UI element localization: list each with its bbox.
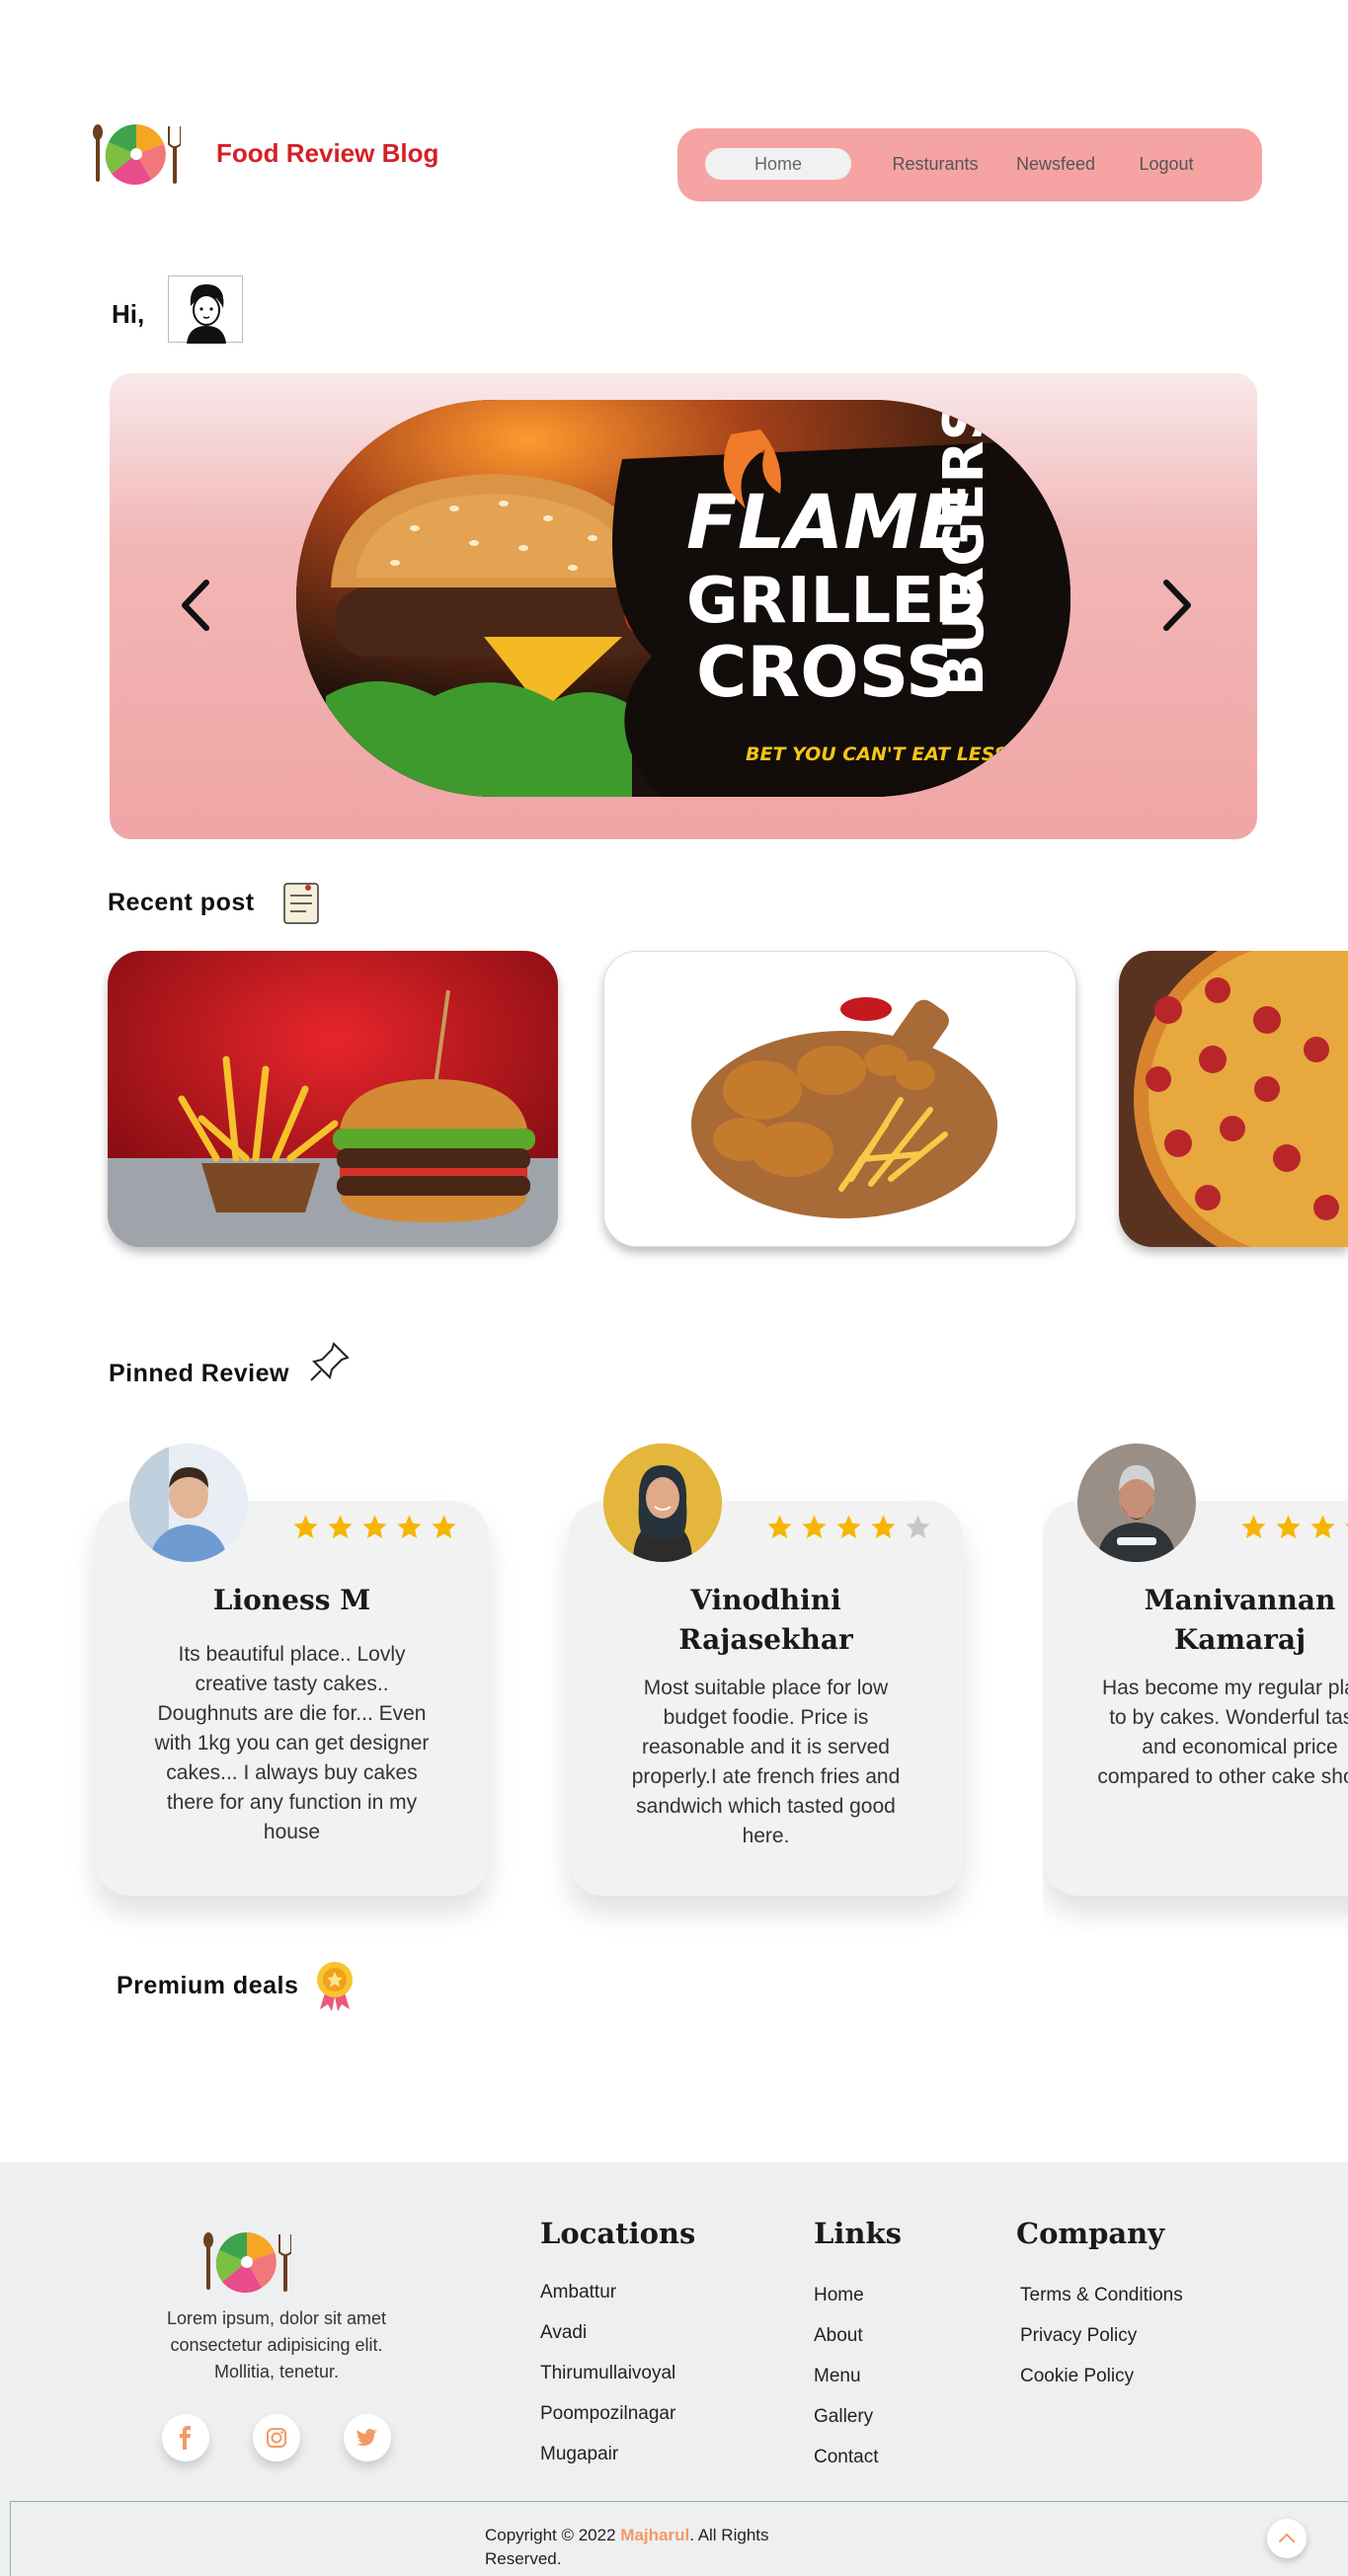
reviewer-name: Lioness M bbox=[212, 1584, 371, 1616]
notes-icon bbox=[283, 883, 319, 924]
recent-post-card[interactable] bbox=[1119, 951, 1348, 1247]
location-link[interactable]: Mugapair bbox=[540, 2444, 618, 2465]
star-empty-icon bbox=[906, 1515, 930, 1538]
location-link[interactable]: Poompozilnagar bbox=[540, 2403, 675, 2425]
award-medal-icon bbox=[317, 1962, 353, 2011]
fried-chicken-photo bbox=[604, 952, 1075, 1246]
facebook-icon bbox=[180, 2426, 191, 2450]
chevron-right-icon[interactable] bbox=[1145, 571, 1204, 640]
scroll-to-top-button[interactable] bbox=[1267, 2519, 1307, 2558]
brand-name[interactable]: Food Review Blog bbox=[216, 138, 438, 169]
rating-stars bbox=[291, 1513, 458, 1546]
recent-post-card[interactable] bbox=[603, 951, 1076, 1247]
recent-post-title: Recent post bbox=[108, 889, 255, 916]
food-plate-logo-icon[interactable] bbox=[202, 2226, 291, 2296]
pizza-photo bbox=[1119, 951, 1348, 1247]
location-link[interactable]: Thirumullaivoyal bbox=[540, 2363, 675, 2384]
star-icon bbox=[1310, 1515, 1335, 1538]
twitter-icon bbox=[357, 2429, 377, 2446]
company-title: Company bbox=[1016, 2217, 1165, 2250]
hero-tagline: BET YOU CAN'T EAT LESS bbox=[746, 743, 1007, 765]
star-icon bbox=[1345, 1523, 1348, 1526]
star-icon bbox=[362, 1515, 387, 1538]
reviewer-avatar bbox=[129, 1444, 248, 1562]
location-link[interactable]: Avadi bbox=[540, 2322, 587, 2344]
footer-link-about[interactable]: About bbox=[814, 2325, 863, 2347]
pinned-review-title: Pinned Review bbox=[109, 1360, 289, 1387]
hero-carousel: FLAME GRILLED CROSS BURGERS BET YOU CAN'… bbox=[110, 373, 1257, 839]
reviewer-avatar bbox=[603, 1444, 722, 1562]
facebook-link[interactable] bbox=[162, 2414, 209, 2461]
user-avatar-icon bbox=[187, 284, 226, 344]
reviewer-name: Manivannan Kamaraj bbox=[1144, 1584, 1336, 1656]
review-card-clip: Manivannan Kamaraj Has become my regular… bbox=[1043, 1422, 1348, 1935]
instagram-icon bbox=[267, 2428, 286, 2448]
footer-link-home[interactable]: Home bbox=[814, 2285, 864, 2306]
review-text: Has become my regular place to by cakes.… bbox=[1097, 1677, 1348, 1788]
star-icon bbox=[836, 1515, 861, 1538]
footer-bottom-bar: Copyright © 2022 Majharul. All Rights Re… bbox=[10, 2501, 1348, 2576]
greeting-text: Hi, bbox=[112, 299, 145, 329]
review-text: Its beautiful place.. Lovly creative tas… bbox=[154, 1643, 430, 1843]
review-text: Most suitable place for low budget foodi… bbox=[631, 1677, 901, 1847]
chevron-up-icon bbox=[1279, 2533, 1295, 2542]
instagram-link[interactable] bbox=[253, 2414, 300, 2461]
footer-link-gallery[interactable]: Gallery bbox=[814, 2406, 873, 2428]
site-footer: Lorem ipsum, dolor sit amet consectetur … bbox=[0, 2162, 1348, 2576]
star-icon bbox=[293, 1515, 318, 1538]
star-icon bbox=[802, 1515, 827, 1538]
chevron-left-icon[interactable] bbox=[169, 571, 228, 640]
star-icon bbox=[1276, 1515, 1301, 1538]
site-header: Food Review Blog Home Resturants Newsfee… bbox=[0, 0, 1348, 227]
nav-logout[interactable]: Logout bbox=[1127, 148, 1206, 180]
hero-title-side: BURGERS bbox=[932, 401, 996, 696]
star-icon bbox=[767, 1515, 792, 1538]
hero-slide-image[interactable]: FLAME GRILLED CROSS BURGERS BET YOU CAN'… bbox=[296, 400, 1070, 797]
rating-stars bbox=[1239, 1513, 1348, 1546]
footer-link-terms[interactable]: Terms & Conditions bbox=[1020, 2285, 1183, 2306]
avatar[interactable] bbox=[168, 275, 243, 344]
food-plate-logo-icon[interactable] bbox=[92, 118, 181, 188]
nav-newsfeed[interactable]: Newsfeed bbox=[1006, 148, 1105, 180]
reviewer-avatar bbox=[1077, 1444, 1196, 1562]
star-icon bbox=[397, 1515, 422, 1538]
star-icon bbox=[871, 1515, 896, 1538]
location-link[interactable]: Ambattur bbox=[540, 2282, 616, 2303]
pin-icon bbox=[310, 1342, 350, 1381]
footer-link-contact[interactable]: Contact bbox=[814, 2447, 878, 2468]
reviewer-name: Vinodhini Rajasekhar bbox=[678, 1584, 853, 1656]
nav-restaurants[interactable]: Resturants bbox=[881, 148, 990, 180]
star-icon bbox=[328, 1515, 353, 1538]
links-title: Links bbox=[814, 2217, 902, 2250]
copyright-prefix: Copyright © 2022 bbox=[485, 2526, 621, 2544]
recent-post-card[interactable] bbox=[108, 951, 558, 1247]
star-icon bbox=[1241, 1515, 1266, 1538]
nav-home[interactable]: Home bbox=[705, 148, 851, 180]
footer-about-text: Lorem ipsum, dolor sit amet consectetur … bbox=[166, 2308, 387, 2381]
footer-link-cookie[interactable]: Cookie Policy bbox=[1020, 2366, 1134, 2387]
twitter-link[interactable] bbox=[344, 2414, 391, 2461]
copyright-author-link[interactable]: Majharul bbox=[620, 2526, 689, 2544]
footer-link-menu[interactable]: Menu bbox=[814, 2366, 861, 2387]
hero-title-line1: FLAME bbox=[686, 478, 970, 566]
burger-fries-photo bbox=[108, 951, 558, 1247]
footer-link-privacy[interactable]: Privacy Policy bbox=[1020, 2325, 1137, 2347]
copyright-text: Copyright © 2022 Majharul. All Rights Re… bbox=[485, 2524, 811, 2571]
star-icon bbox=[432, 1515, 456, 1538]
premium-deals-title: Premium deals bbox=[117, 1972, 299, 1999]
hero-title-line3: CROSS bbox=[696, 632, 955, 713]
rating-stars bbox=[765, 1513, 932, 1546]
locations-title: Locations bbox=[540, 2217, 696, 2250]
main-nav: Home Resturants Newsfeed Logout bbox=[677, 128, 1262, 201]
